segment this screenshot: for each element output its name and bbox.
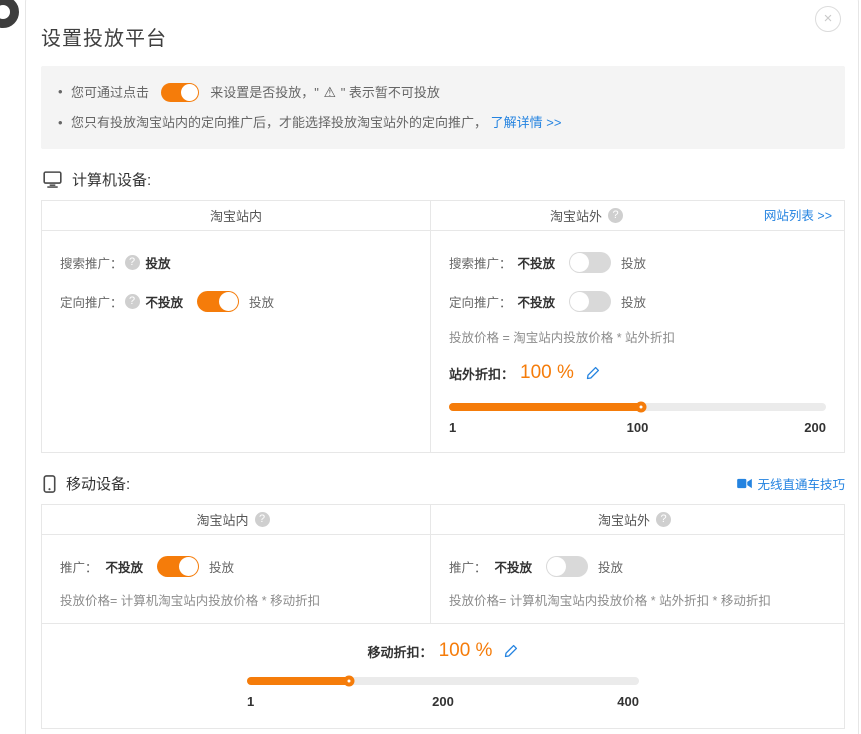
promo-row: 推广： 不投放 投放 bbox=[449, 555, 826, 577]
dialog-title: 设置投放平台 bbox=[41, 22, 845, 51]
help-icon[interactable]: ? bbox=[125, 255, 140, 270]
slider-track[interactable] bbox=[449, 403, 826, 411]
mobile-outside-toggle[interactable] bbox=[546, 556, 588, 577]
row-after-label: 投放 bbox=[621, 253, 646, 272]
search-promo-toggle[interactable] bbox=[569, 252, 611, 273]
row-after-label: 投放 bbox=[249, 292, 274, 311]
outside-discount-slider: 1 100 200 bbox=[449, 403, 826, 436]
slider-track[interactable] bbox=[247, 677, 639, 685]
slider-min: 1 bbox=[449, 420, 456, 435]
video-icon bbox=[737, 478, 752, 489]
discount-label: 移动折扣： bbox=[368, 642, 433, 661]
computer-section-header: 计算机设备: bbox=[41, 169, 845, 190]
row-status: 不投放 bbox=[518, 292, 556, 311]
mobile-discount-line: 移动折扣： 100 % bbox=[247, 637, 639, 665]
page: × 设置投放平台 您可通过点击 来设置是否投放，" ⚠ " 表示暂不可投放 您只… bbox=[0, 0, 861, 734]
note-targeting-hint: 您只有投放淘宝站内的定向推广后，才能选择投放淘宝站外的定向推广， 了解详情 >> bbox=[57, 108, 829, 138]
close-icon: × bbox=[824, 10, 833, 27]
slider-mid: 100 bbox=[627, 420, 649, 435]
computer-outside-cell: 搜索推广： 不投放 投放 定向推广： 不投放 投放 投放价格 = 淘宝站内投放价… bbox=[430, 231, 844, 452]
slider-fill bbox=[449, 403, 641, 411]
row-status: 投放 bbox=[146, 253, 171, 272]
row-status: 不投放 bbox=[106, 557, 144, 576]
help-icon[interactable]: ? bbox=[608, 208, 623, 223]
warning-icon: ⚠ bbox=[324, 84, 337, 100]
discount-value: 100 % bbox=[439, 640, 493, 662]
computer-icon bbox=[43, 171, 62, 188]
close-button[interactable]: × bbox=[815, 6, 841, 32]
search-promo-row: 搜索推广： 不投放 投放 bbox=[449, 251, 826, 273]
computer-outside-header: 淘宝站外 ? 网站列表 >> bbox=[430, 201, 844, 231]
slider-min: 1 bbox=[247, 694, 254, 709]
note-text: 您可通过点击 bbox=[71, 85, 149, 100]
slider-knob[interactable] bbox=[343, 676, 354, 687]
slider-mid: 200 bbox=[432, 694, 454, 709]
edit-pencil-icon[interactable] bbox=[586, 366, 600, 380]
target-promo-toggle[interactable] bbox=[569, 291, 611, 312]
mobile-inside-header: 淘宝站内 ? bbox=[42, 505, 430, 535]
mobile-outside-header: 淘宝站外 ? bbox=[430, 505, 844, 535]
help-icon[interactable]: ? bbox=[125, 294, 140, 309]
note-text: 您只有投放淘宝站内的定向推广后，才能选择投放淘宝站外的定向推广， bbox=[71, 115, 487, 130]
mobile-discount-section: 移动折扣： 100 % 1 200 bbox=[42, 623, 844, 728]
slider-knob[interactable] bbox=[636, 402, 647, 413]
price-formula: 投放价格 = 淘宝站内投放价格 * 站外折扣 bbox=[449, 330, 826, 346]
row-label: 推广： bbox=[449, 557, 487, 576]
slider-fill bbox=[247, 677, 349, 685]
computer-table: 淘宝站内 淘宝站外 ? 网站列表 >> 搜索推广： ? 投放 定向推广： ? 不… bbox=[41, 200, 845, 453]
wireless-tips-link[interactable]: 无线直通车技巧 bbox=[737, 474, 845, 493]
toggle-example-icon bbox=[161, 83, 199, 102]
outside-discount-line: 站外折扣： 100 % bbox=[449, 359, 826, 387]
set-platform-dialog: × 设置投放平台 您可通过点击 来设置是否投放，" ⚠ " 表示暂不可投放 您只… bbox=[25, 0, 859, 734]
learn-more-link[interactable]: 了解详情 >> bbox=[491, 115, 562, 130]
mobile-section-title: 移动设备: bbox=[66, 473, 130, 494]
row-label: 推广： bbox=[60, 557, 98, 576]
mobile-section-header: 移动设备: 无线直通车技巧 bbox=[41, 473, 845, 494]
row-status: 不投放 bbox=[146, 292, 184, 311]
target-promo-row: 定向推广： 不投放 投放 bbox=[449, 290, 826, 312]
row-status: 不投放 bbox=[495, 557, 533, 576]
edit-pencil-icon[interactable] bbox=[504, 644, 518, 658]
discount-value: 100 % bbox=[520, 362, 574, 384]
target-promo-toggle[interactable] bbox=[197, 291, 239, 312]
mobile-table: 淘宝站内 ? 淘宝站外 ? 推广： 不投放 投放 投放价格= 计算机淘宝站内投放… bbox=[41, 504, 845, 729]
background-help-bubble[interactable] bbox=[0, 0, 19, 28]
target-promo-row: 定向推广： ? 不投放 投放 bbox=[60, 290, 412, 312]
computer-inside-header: 淘宝站内 bbox=[42, 201, 430, 231]
row-label: 定向推广： bbox=[449, 292, 512, 311]
computer-section-title: 计算机设备: bbox=[72, 169, 151, 190]
mobile-icon bbox=[43, 475, 56, 493]
notes-panel: 您可通过点击 来设置是否投放，" ⚠ " 表示暂不可投放 您只有投放淘宝站内的定… bbox=[41, 66, 845, 149]
slider-marks: 1 200 400 bbox=[247, 694, 639, 710]
help-icon[interactable]: ? bbox=[656, 512, 671, 527]
row-after-label: 投放 bbox=[598, 557, 623, 576]
row-label: 搜索推广： bbox=[60, 253, 123, 272]
mobile-discount-slider: 1 200 400 bbox=[247, 677, 639, 710]
slider-marks: 1 100 200 bbox=[449, 420, 826, 436]
slider-max: 200 bbox=[804, 420, 826, 435]
row-after-label: 投放 bbox=[621, 292, 646, 311]
price-formula: 投放价格= 计算机淘宝站内投放价格 * 站外折扣 * 移动折扣 bbox=[449, 593, 826, 609]
discount-label: 站外折扣： bbox=[449, 364, 514, 383]
site-list-link[interactable]: 网站列表 >> bbox=[764, 201, 832, 231]
row-label: 搜索推广： bbox=[449, 253, 512, 272]
price-formula: 投放价格= 计算机淘宝站内投放价格 * 移动折扣 bbox=[60, 593, 412, 609]
note-text: " 表示暂不可投放 bbox=[341, 85, 440, 100]
help-icon[interactable]: ? bbox=[255, 512, 270, 527]
row-label: 定向推广： bbox=[60, 292, 123, 311]
mobile-inside-toggle[interactable] bbox=[157, 556, 199, 577]
note-toggle-hint: 您可通过点击 来设置是否投放，" ⚠ " 表示暂不可投放 bbox=[57, 77, 829, 108]
mobile-outside-cell: 推广： 不投放 投放 投放价格= 计算机淘宝站内投放价格 * 站外折扣 * 移动… bbox=[430, 535, 844, 623]
slider-max: 400 bbox=[617, 694, 639, 709]
mobile-inside-cell: 推广： 不投放 投放 投放价格= 计算机淘宝站内投放价格 * 移动折扣 bbox=[42, 535, 430, 623]
row-status: 不投放 bbox=[518, 253, 556, 272]
row-after-label: 投放 bbox=[209, 557, 234, 576]
computer-inside-cell: 搜索推广： ? 投放 定向推广： ? 不投放 投放 bbox=[42, 231, 430, 452]
search-promo-row: 搜索推广： ? 投放 bbox=[60, 251, 412, 273]
note-text: 来设置是否投放，" bbox=[210, 85, 319, 100]
promo-row: 推广： 不投放 投放 bbox=[60, 555, 412, 577]
